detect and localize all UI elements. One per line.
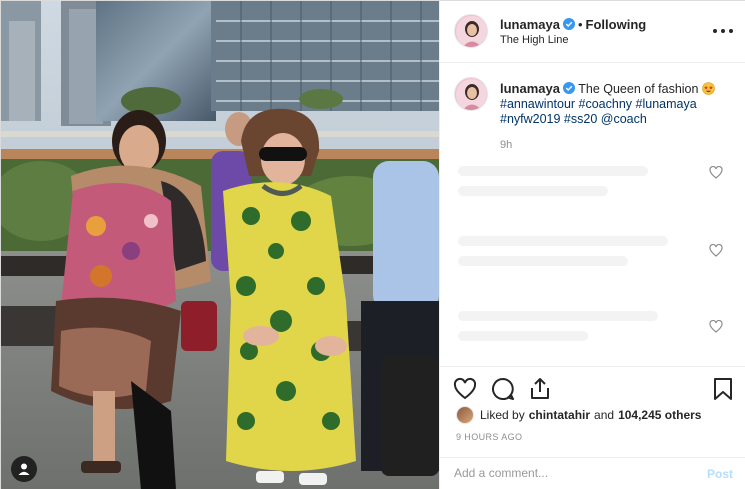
- comment-placeholder: [458, 236, 668, 246]
- photo-illustration: [1, 1, 439, 489]
- action-bar: [440, 366, 745, 410]
- caption-text: lunamaya The Queen of fashion #annawinto…: [500, 81, 736, 127]
- comments-list[interactable]: [440, 156, 745, 366]
- post-side-panel: lunamaya • Following The High Line lunamay…: [439, 1, 745, 489]
- comment-placeholder: [458, 256, 628, 266]
- comment-like-heart-icon[interactable]: [709, 166, 723, 179]
- caption-timestamp[interactable]: 9h: [500, 139, 512, 151]
- avatar-image: [456, 16, 487, 47]
- share-icon[interactable]: [527, 376, 553, 402]
- caption-avatar[interactable]: [454, 77, 488, 111]
- more-dot-icon: [713, 29, 717, 33]
- post-photo[interactable]: [1, 1, 439, 489]
- verified-badge-icon: [562, 82, 575, 94]
- following-button[interactable]: Following: [586, 17, 647, 32]
- comment-form: Post: [440, 457, 745, 489]
- caption-username[interactable]: lunamaya: [500, 81, 560, 96]
- liker-avatar[interactable]: [456, 406, 474, 424]
- more-dot-icon: [721, 29, 725, 33]
- comment-placeholder: [458, 166, 648, 176]
- likes-conjunction: and: [594, 408, 615, 422]
- comment-bubble-icon[interactable]: [490, 376, 516, 402]
- comment-placeholder: [458, 186, 608, 196]
- post-timestamp[interactable]: 9 HOURS AGO: [456, 432, 522, 442]
- caption-body: The Queen of fashion: [578, 82, 699, 96]
- avatar[interactable]: [454, 14, 488, 48]
- heart-icon[interactable]: [452, 376, 478, 402]
- verified-badge-icon: [562, 18, 575, 30]
- likes-prefix: Liked by: [480, 408, 525, 422]
- user-tags-button[interactable]: [11, 456, 37, 482]
- more-options-button[interactable]: [713, 23, 733, 39]
- bookmark-icon[interactable]: [710, 376, 736, 402]
- instagram-post: lunamaya • Following The High Line lunamay…: [0, 0, 745, 489]
- location-link[interactable]: The High Line: [500, 34, 569, 46]
- separator-dot: •: [577, 17, 583, 32]
- more-dot-icon: [729, 29, 733, 33]
- comment-placeholder: [458, 311, 658, 321]
- post-header: lunamaya • Following The High Line: [440, 1, 745, 63]
- user-tag-icon: [18, 463, 30, 475]
- star-struck-emoji-icon: [702, 82, 715, 95]
- avatar-image: [456, 79, 487, 110]
- comment-like-heart-icon[interactable]: [709, 320, 723, 333]
- username-link[interactable]: lunamaya: [500, 17, 560, 32]
- post-comment-button[interactable]: Post: [707, 467, 733, 481]
- liker-username[interactable]: chintatahir: [529, 408, 590, 422]
- header-user-line: lunamaya • Following: [500, 17, 646, 32]
- comment-input[interactable]: [454, 466, 684, 480]
- comment-like-heart-icon[interactable]: [709, 244, 723, 257]
- caption-hashtags[interactable]: #annawintour #coachny #lunamaya #nyfw201…: [500, 97, 697, 126]
- likes-summary: Liked by chintatahir and 104,245 others: [456, 406, 701, 424]
- likes-count[interactable]: 104,245 others: [618, 408, 701, 422]
- comment-placeholder: [458, 331, 588, 341]
